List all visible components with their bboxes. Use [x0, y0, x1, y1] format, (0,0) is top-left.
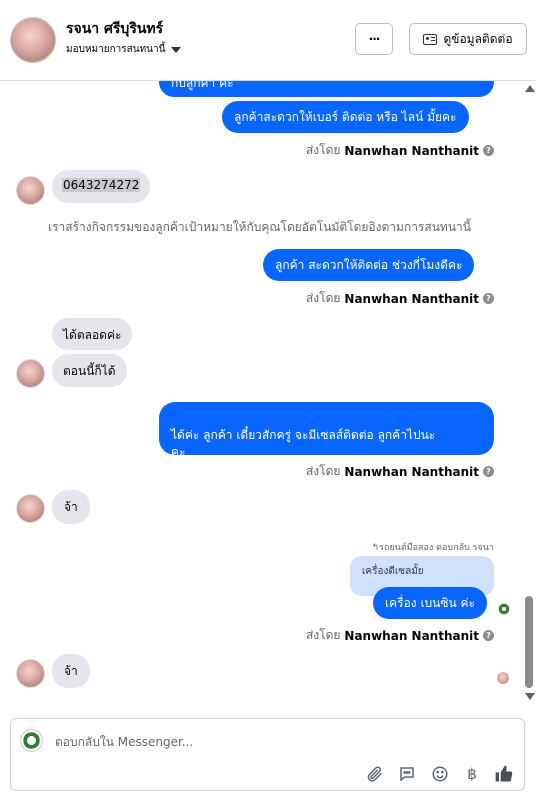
message-text: ลูกค้าสะดวกให้เบอร์ ติดต่อ หรือ ไลน์ มั้… [234, 110, 457, 124]
reply-context-label: ↰รถยนต์มือสอง ตอบกลับ รจนา [372, 540, 494, 554]
message-text: กับลูกค้า ค่ะ [171, 81, 234, 90]
reply-arrow-icon: ↰ [371, 543, 380, 553]
contact-avatar-small[interactable] [16, 176, 45, 205]
message-text: จ้า [64, 500, 78, 514]
system-notice: เราสร้างกิจกรรมของลูกค้าเป้าหมายให้กับคุ… [48, 220, 471, 234]
sent-by-name: Nanwhan Nanthanit [344, 291, 479, 306]
incoming-message[interactable]: จ้า [52, 654, 90, 688]
sent-by-name: Nanwhan Nanthanit [344, 143, 479, 158]
sent-by-label: ส่งโดย Nanwhan Nanthanit ? [306, 462, 494, 481]
message-text: ได้ตลอดค่ะ [63, 328, 122, 342]
conversation-header: รจนา ศรีบุรินทร์ มอบหมายการสนทนานี้ ··· … [0, 0, 536, 81]
sent-by-label: ส่งโดย Nanwhan Nanthanit ? [306, 626, 494, 645]
sent-by-prefix: ส่งโดย [305, 143, 341, 157]
contact-name[interactable]: รจนา ศรีบุรินทร์ [66, 18, 163, 40]
contact-card-icon [423, 33, 438, 45]
page-avatar [20, 729, 43, 752]
message-text: 0643274272 [62, 178, 141, 192]
outgoing-message[interactable]: ได้ค่ะ ลูกค้า เดี๋ยวสักครู่ จะมีเซลส์ติด… [159, 402, 494, 459]
help-icon[interactable]: ? [483, 145, 494, 156]
saved-reply-icon[interactable] [396, 763, 418, 785]
contact-avatar[interactable] [10, 17, 56, 63]
assign-label: มอบหมายการสนทนานี้ [66, 44, 166, 55]
sent-by-label: ส่งโดย Nanwhan Nanthanit ? [306, 141, 494, 160]
message-text: เครื่อง เบนซิน ค่ะ [385, 596, 476, 610]
sent-by-prefix: ส่งโดย [305, 464, 341, 478]
scroll-thumb[interactable] [525, 596, 533, 688]
help-icon[interactable]: ? [483, 630, 494, 641]
contact-avatar-small[interactable] [16, 494, 45, 523]
incoming-message[interactable]: จ้า [52, 490, 90, 524]
message-thread: กับลูกค้า ค่ะ ลูกค้าสะดวกให้เบอร์ ติดต่อ… [0, 81, 520, 703]
sent-by-name: Nanwhan Nanthanit [344, 464, 479, 479]
seen-indicator-icon [498, 603, 510, 615]
contact-avatar-small[interactable] [16, 659, 45, 688]
message-text: จ้า [64, 664, 78, 678]
emoji-icon[interactable] [429, 763, 451, 785]
sent-by-prefix: ส่งโดย [305, 628, 341, 642]
message-text: ลูกค้า สะดวกให้ติดต่อ ช่วงกี่โมงดีคะ [275, 258, 463, 272]
contact-avatar-small[interactable] [16, 359, 45, 388]
incoming-message[interactable]: 0643274272 [52, 170, 151, 203]
reply-input[interactable] [55, 732, 455, 752]
incoming-message[interactable]: ตอนนี้ก็ได้ [52, 354, 127, 387]
message-text: ได้ค่ะ ลูกค้า เดี๋ยวสักครู่ จะมีเซลส์ติด… [171, 428, 436, 459]
more-icon: ··· [368, 32, 381, 46]
quoted-text: เครื่องดีเซลมั้ย [362, 566, 424, 577]
outgoing-message[interactable]: กับลูกค้า ค่ะ [159, 81, 494, 97]
outgoing-message[interactable]: เครื่อง เบนซิน ค่ะ [373, 587, 488, 619]
message-text: ตอนนี้ก็ได้ [63, 364, 116, 378]
thread-scrollbar[interactable] [522, 81, 536, 703]
baht-icon[interactable]: ฿ [461, 763, 483, 785]
view-contact-info-button[interactable]: ดูข้อมูลติดต่อ [409, 23, 527, 55]
thumbs-up-icon[interactable] [493, 763, 515, 785]
read-receipt-avatar [497, 672, 509, 684]
caret-down-icon [171, 46, 182, 53]
outgoing-message[interactable]: ลูกค้า สะดวกให้ติดต่อ ช่วงกี่โมงดีคะ [263, 249, 475, 281]
sent-by-prefix: ส่งโดย [305, 291, 341, 305]
reply-composer: ฿ [10, 718, 525, 791]
reply-context-text: รถยนต์มือสอง ตอบกลับ รจนา [379, 543, 494, 553]
paperclip-icon[interactable] [364, 763, 386, 785]
sent-by-name: Nanwhan Nanthanit [344, 628, 479, 643]
view-contact-info-label: ดูข้อมูลติดต่อ [443, 31, 513, 46]
outgoing-message[interactable]: ลูกค้าสะดวกให้เบอร์ ติดต่อ หรือ ไลน์ มั้… [222, 101, 469, 133]
more-options-button[interactable]: ··· [355, 23, 393, 55]
incoming-message[interactable]: ได้ตลอดค่ะ [52, 318, 133, 350]
scroll-down-arrow-icon[interactable] [525, 693, 535, 700]
help-icon[interactable]: ? [483, 466, 494, 477]
sent-by-label: ส่งโดย Nanwhan Nanthanit ? [306, 289, 494, 308]
assign-conversation-dropdown[interactable]: มอบหมายการสนทนานี้ [66, 42, 182, 57]
help-icon[interactable]: ? [483, 293, 494, 304]
scroll-up-arrow-icon[interactable] [525, 85, 535, 92]
